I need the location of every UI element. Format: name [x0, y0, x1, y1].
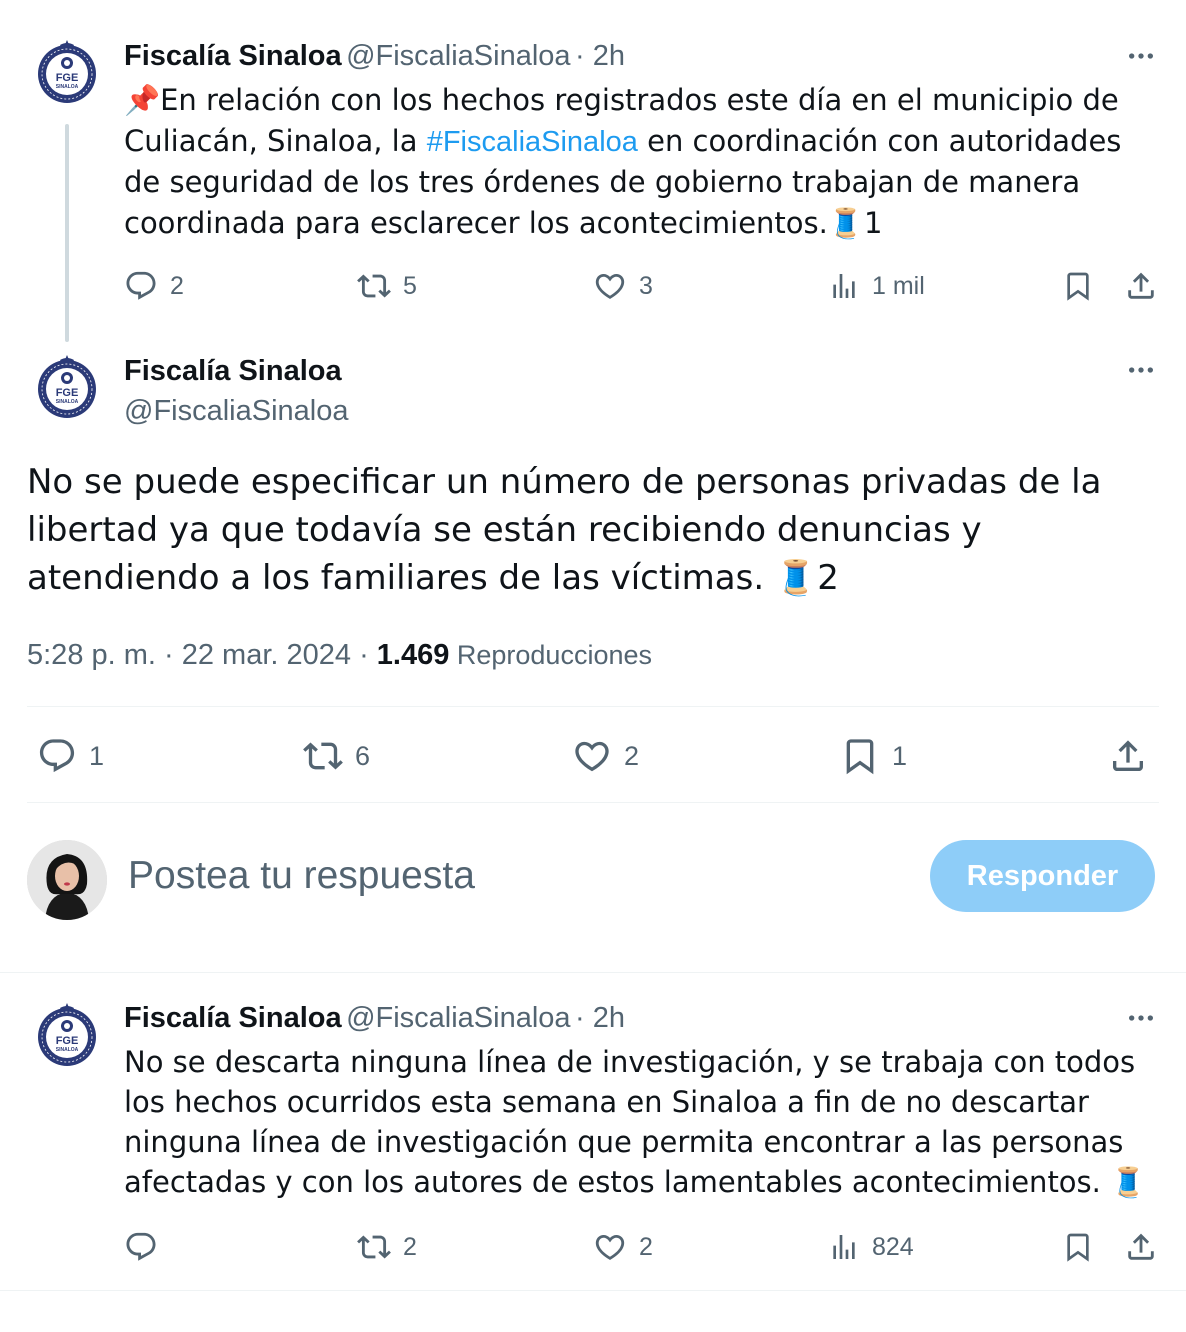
share-button[interactable]: [1124, 266, 1158, 306]
tweet-text: No se puede especificar un número de per…: [27, 462, 1102, 598]
thread-connector: [65, 124, 69, 342]
more-icon: [1125, 1002, 1157, 1034]
more-icon: [1125, 354, 1157, 386]
like-count: 2: [639, 1232, 653, 1261]
tweet-text: 📌En relación con los hechos registrados …: [124, 83, 1122, 240]
tweet-time[interactable]: · 2h: [575, 40, 625, 72]
heart-icon: [593, 269, 627, 303]
tweet-metadata: 5:28 p. m. · 22 mar. 2024 · 1.469 Reprod…: [27, 636, 652, 674]
more-options-button[interactable]: [1124, 1001, 1158, 1035]
tweet-text: No se descarta ninguna línea de investig…: [124, 1045, 1147, 1199]
more-options-button[interactable]: [1124, 353, 1158, 387]
divider: [0, 1290, 1186, 1291]
divider: [27, 802, 1159, 803]
fge-logo-icon: [34, 38, 100, 104]
tweet-header: Fiscalía Sinaloa @FiscaliaSinaloa · 2h: [124, 1000, 625, 1041]
bookmark-button[interactable]: [1062, 1227, 1094, 1267]
heart-icon: [572, 736, 612, 776]
avatar[interactable]: FGE SINALOA: [34, 353, 100, 419]
reply-icon: [124, 269, 158, 303]
avatar[interactable]: FGE SINALOA: [34, 1001, 100, 1067]
share-icon: [1108, 736, 1148, 776]
views-count: 1 mil: [872, 271, 925, 300]
views-icon: [828, 1231, 860, 1263]
like-button[interactable]: 2: [572, 736, 639, 776]
tweet-header: Fiscalía Sinaloa @FiscaliaSinaloa · 2h: [124, 38, 625, 79]
divider: [27, 706, 1159, 707]
views-label: Reproducciones: [449, 640, 652, 670]
like-button[interactable]: 2: [593, 1227, 653, 1267]
fge-logo-icon: [34, 1001, 100, 1067]
repost-count: 5: [403, 271, 417, 300]
share-button[interactable]: [1124, 1227, 1158, 1267]
author-handle[interactable]: @FiscaliaSinaloa: [346, 40, 570, 72]
share-button[interactable]: [1108, 736, 1148, 776]
tweet-timestamp[interactable]: 5:28 p. m. · 22 mar. 2024 ·: [27, 639, 377, 671]
repost-icon: [357, 269, 391, 303]
user-photo-icon: [27, 840, 107, 920]
hashtag-link[interactable]: #FiscaliaSinaloa: [427, 126, 638, 158]
bookmark-button[interactable]: 1: [840, 736, 907, 776]
logo-text: FGE: [55, 387, 79, 399]
author-name[interactable]: Fiscalía Sinaloa: [124, 40, 342, 72]
user-avatar[interactable]: [27, 840, 107, 920]
avatar[interactable]: FGE SINALOA: [34, 38, 100, 104]
logo-text: FGE: [55, 72, 79, 84]
more-icon: [1125, 40, 1157, 72]
heart-icon: [593, 1230, 627, 1264]
more-options-button[interactable]: [1124, 39, 1158, 73]
reply-button[interactable]: 1: [37, 736, 104, 776]
share-icon: [1124, 269, 1158, 303]
repost-button[interactable]: 2: [357, 1227, 417, 1267]
logo-text: FGE: [55, 1035, 79, 1047]
fge-logo-icon: [34, 353, 100, 419]
like-count: 3: [639, 271, 653, 300]
bookmark-button[interactable]: [1062, 266, 1094, 306]
bookmark-icon: [1062, 1231, 1094, 1263]
views-button[interactable]: 824: [828, 1227, 914, 1267]
reply-submit-button[interactable]: Responder: [930, 840, 1155, 912]
repost-button[interactable]: 5: [357, 266, 417, 306]
repost-count: 2: [403, 1232, 417, 1261]
repost-button[interactable]: 6: [303, 736, 370, 776]
repost-icon: [303, 736, 343, 776]
bookmark-count: 1: [892, 740, 908, 771]
reply-button[interactable]: 2: [124, 266, 184, 306]
author-handle[interactable]: @FiscaliaSinaloa: [346, 1002, 570, 1034]
bookmark-icon: [840, 736, 880, 776]
bookmark-icon: [1062, 270, 1094, 302]
logo-subtext: SINALOA: [55, 399, 79, 405]
logo-subtext: SINALOA: [55, 1047, 79, 1053]
views-button[interactable]: 1 mil: [828, 266, 925, 306]
reply-count: 2: [170, 271, 184, 300]
reply-icon: [37, 736, 77, 776]
like-count: 2: [624, 740, 640, 771]
like-button[interactable]: 3: [593, 266, 653, 306]
repost-icon: [357, 1230, 391, 1264]
logo-subtext: SINALOA: [55, 84, 79, 90]
divider: [0, 972, 1186, 973]
views-count: 824: [872, 1232, 914, 1261]
share-icon: [1124, 1230, 1158, 1264]
author-handle[interactable]: @FiscaliaSinaloa: [124, 392, 348, 430]
tweet-time[interactable]: · 2h: [575, 1002, 625, 1034]
reply-icon: [124, 1230, 158, 1264]
author-name[interactable]: Fiscalía Sinaloa: [124, 352, 342, 390]
author-name[interactable]: Fiscalía Sinaloa: [124, 1002, 342, 1034]
reply-count: 1: [89, 740, 105, 771]
repost-count: 6: [355, 740, 371, 771]
view-count: 1.469: [376, 639, 450, 671]
views-icon: [828, 270, 860, 302]
reply-input[interactable]: Postea tu respuesta: [128, 852, 475, 900]
reply-button[interactable]: [124, 1227, 170, 1267]
